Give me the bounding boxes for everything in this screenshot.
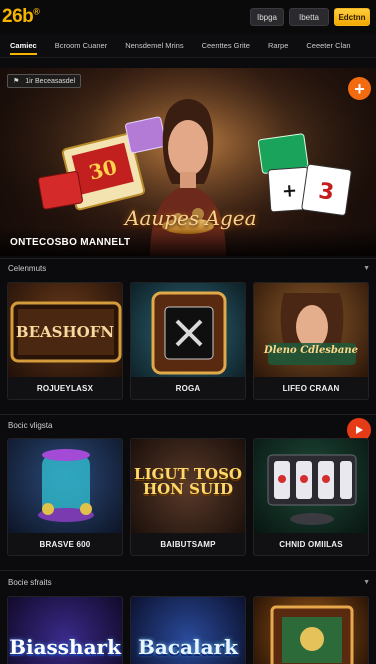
brand-logo[interactable]: 26b®	[2, 6, 40, 28]
game-thumbnail	[254, 439, 368, 535]
header-button-2[interactable]: Ibetta	[289, 8, 329, 26]
section-header-2: Bocic vligsta	[0, 416, 376, 434]
add-fab-button[interactable]: +	[348, 77, 371, 100]
game-card[interactable]: LIGUT TOSO HON SUID BAIBUTSAMP	[130, 438, 246, 556]
logo-text: 26b	[2, 6, 34, 27]
game-thumbnail	[131, 283, 245, 379]
chevron-down-icon[interactable]: ▼	[363, 265, 370, 272]
game-art-title: Biasshark	[9, 635, 121, 659]
game-art-title: Dleno Cdlesbane	[263, 345, 359, 356]
game-card[interactable]: BEASHOFN ROJUEYLASX	[7, 282, 123, 400]
game-art	[38, 449, 94, 522]
game-card[interactable]: CHNID OMIILAS	[253, 438, 369, 556]
game-card[interactable]: ROGA	[130, 282, 246, 400]
top-header: 26b® Ibpga Ibetta Edctnn	[0, 0, 376, 34]
header-button-1[interactable]: Ibpga	[250, 8, 284, 26]
nav-tab-1[interactable]: Camiec	[10, 34, 37, 58]
hero-badge-text: 1ir Beceasasdel	[25, 77, 76, 85]
game-title: BRASVE 600	[8, 533, 122, 555]
game-thumbnail: Dleno Cdlesbane	[254, 283, 368, 379]
section-header-3: Bocie sfraits ▼	[0, 573, 376, 591]
play-icon	[356, 426, 363, 434]
game-card[interactable]: Bacalark	[130, 596, 246, 664]
game-art-title: LIGUT TOSO HON SUID	[134, 465, 242, 498]
section-header-1: Celenmuts ▼	[0, 259, 376, 277]
game-row-2: BRASVE 600 LIGUT TOSO HON SUID BAIBUTSAM…	[0, 438, 376, 556]
game-thumbnail: Bacalark	[131, 597, 245, 664]
game-title: BAIBUTSAMP	[131, 533, 245, 555]
game-thumbnail	[254, 597, 368, 664]
hero-caption: ONTECOSBO MANNELT	[10, 236, 131, 248]
nav-tab-5[interactable]: Rarpe	[268, 34, 288, 58]
game-art	[267, 454, 357, 525]
nav-tab-2[interactable]: Bcroom Cuaner	[55, 34, 108, 58]
game-title: CHNID OMIILAS	[254, 533, 368, 555]
nav-tab-6[interactable]: Ceeeter Clan	[306, 34, 350, 58]
game-thumbnail: Biasshark	[8, 597, 122, 664]
game-title: ROGA	[131, 377, 245, 399]
section-title-2: Bocic vligsta	[8, 420, 53, 430]
game-card[interactable]: Dleno Cdlesbane LIFEO CRAAN	[253, 282, 369, 400]
game-card[interactable]: Biasshark	[7, 596, 123, 664]
chevron-down-icon[interactable]: ▼	[363, 579, 370, 586]
game-art	[268, 293, 356, 365]
category-nav: Camiec Bcroom Cuaner Nensdemel Mrins Cee…	[0, 34, 376, 58]
game-card[interactable]	[253, 596, 369, 664]
hero-badge: ⚑ 1ir Beceasasdel	[7, 74, 82, 88]
game-thumbnail: BEASHOFN	[8, 283, 122, 379]
nav-tab-4[interactable]: Ceenttes Grite	[202, 34, 250, 58]
game-art-title: Bacalark	[138, 635, 238, 659]
svg-text:+: +	[281, 180, 298, 202]
logo-mark: ®	[33, 6, 40, 17]
header-actions: Ibpga Ibetta Edctnn	[250, 8, 370, 26]
section-divider	[0, 414, 376, 415]
game-title: ROJUEYLASX	[8, 377, 122, 399]
game-row-3: Biasshark Bacalark	[0, 596, 376, 664]
plus-icon: +	[354, 78, 365, 99]
flag-icon: ⚑	[13, 78, 20, 85]
game-title: LIFEO CRAAN	[254, 377, 368, 399]
game-art	[151, 291, 227, 375]
game-thumbnail	[8, 439, 122, 535]
section-divider	[0, 570, 376, 571]
section-title-1: Celenmuts	[8, 263, 47, 273]
hero-banner[interactable]: 30 + 3 ⚑ 1ir Beceasasdel + Aaupes Agea O…	[0, 68, 376, 256]
game-thumbnail: LIGUT TOSO HON SUID	[131, 439, 245, 535]
game-row-1: BEASHOFN ROJUEYLASX ROGA Dleno Cdlesbane…	[0, 282, 376, 400]
game-art-title: BEASHOFN	[15, 323, 115, 341]
game-card[interactable]: BRASVE 600	[7, 438, 123, 556]
section-title-3: Bocie sfraits	[8, 577, 52, 587]
game-art	[270, 605, 354, 664]
nav-tab-3[interactable]: Nensdemel Mrins	[125, 34, 183, 58]
hero-art-title: Aaupes Agea	[125, 206, 257, 230]
header-primary-button[interactable]: Edctnn	[334, 8, 370, 26]
hero-footer: ONTECOSBO MANNELT	[0, 228, 376, 256]
